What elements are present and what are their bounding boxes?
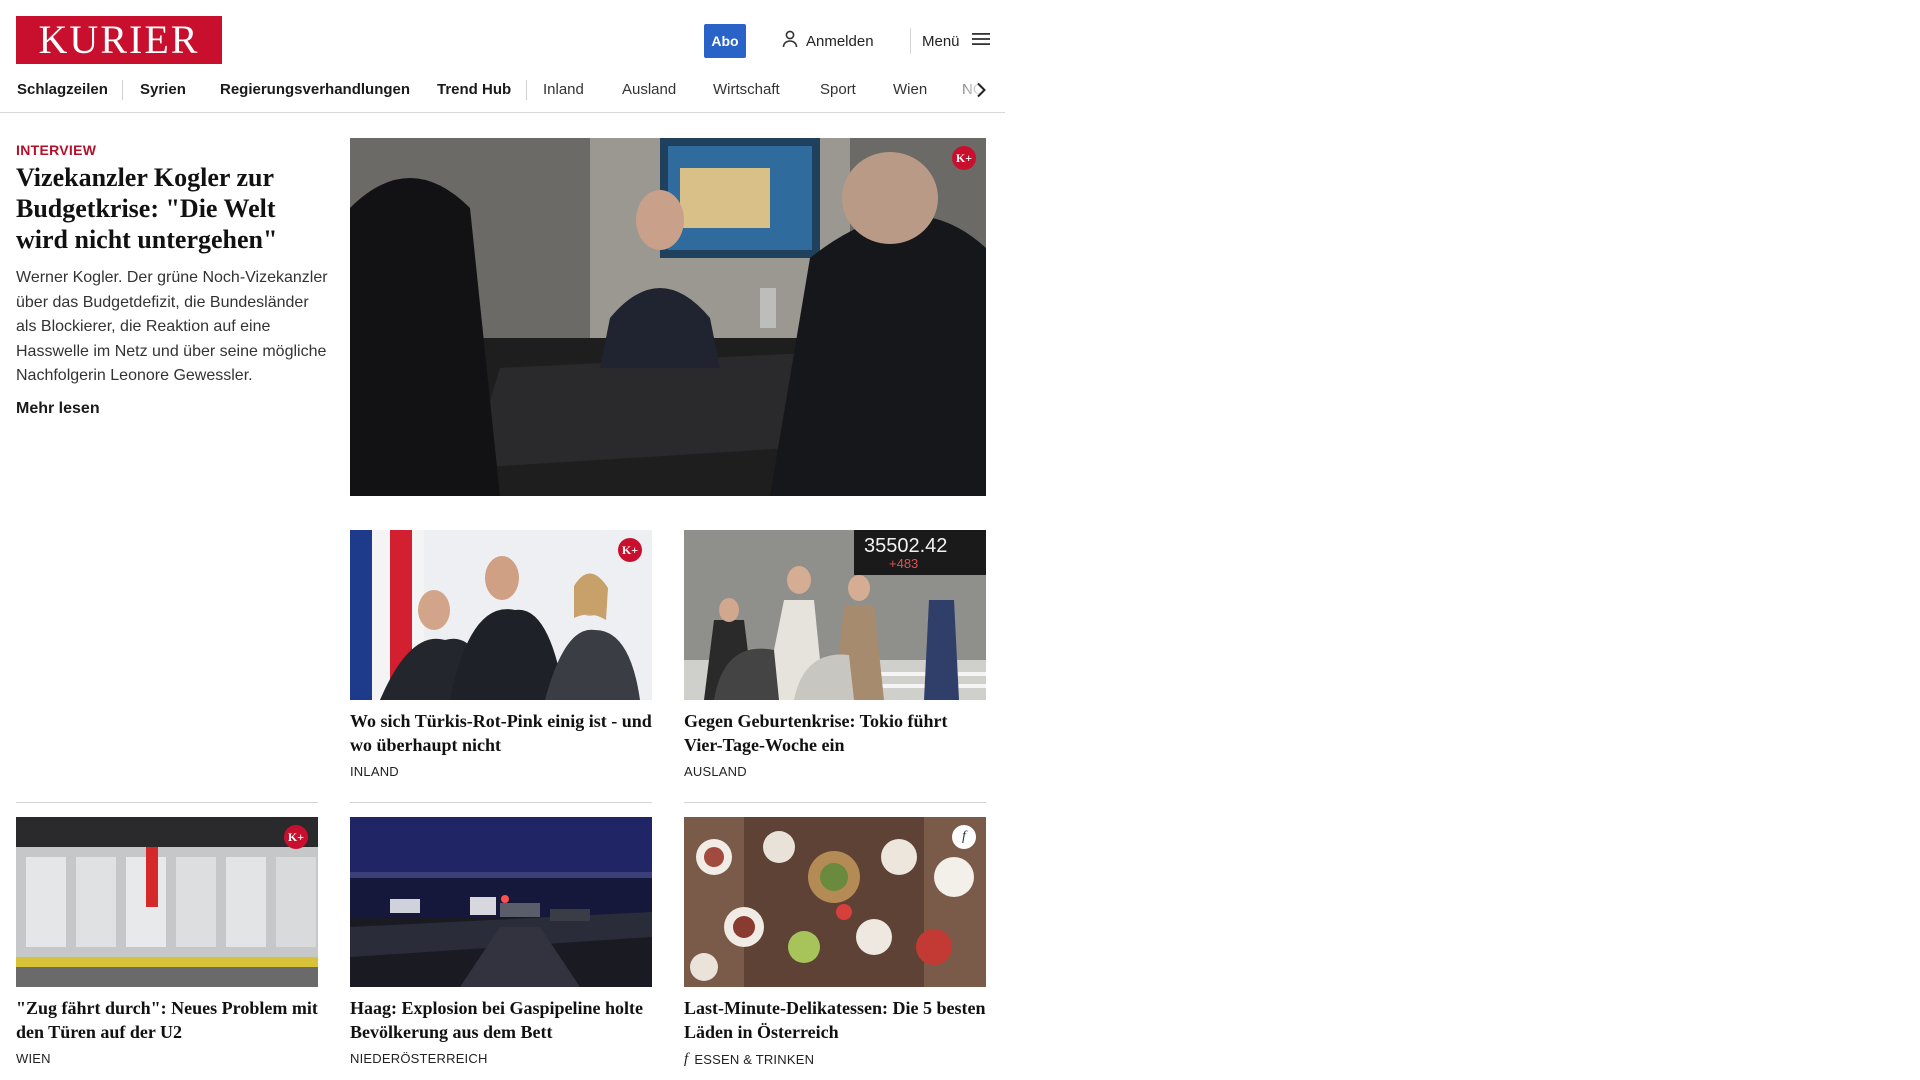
lead-teaser: Werner Kogler. Der grüne Noch-Vizekanzle… <box>16 269 328 384</box>
nav-divider <box>526 80 527 100</box>
abo-button[interactable]: Abo <box>704 24 746 58</box>
read-more-link[interactable]: Mehr lesen <box>16 400 100 418</box>
nav-divider <box>122 80 123 100</box>
article-card[interactable]: Haag: Explosion bei Gaspipeline holte Be… <box>350 817 652 1066</box>
article-card[interactable]: f Last-Minute-Delikatessen: Die 5 besten… <box>684 817 986 1068</box>
article-headline[interactable]: Haag: Explosion bei Gaspipeline holte Be… <box>350 996 652 1044</box>
article-headline[interactable]: Gegen Geburtenkrise: Tokio führt Vier-Ta… <box>684 709 986 757</box>
article-category: f ESSEN & TRINKEN <box>684 1051 986 1068</box>
article-headline[interactable]: Wo sich Türkis-Rot-Pink einig ist - und … <box>350 709 652 757</box>
article-category: INLAND <box>350 764 652 779</box>
section-nav: Schlagzeilen Syrien Regierungsverhandlun… <box>0 72 1005 113</box>
tokyo-street-photo: 35502.42 +483 <box>684 530 986 700</box>
menu-button[interactable]: Menü <box>922 24 990 58</box>
festive-table-photo <box>684 817 986 987</box>
article-headline[interactable]: "Zug fährt durch": Neues Problem mit den… <box>16 996 318 1044</box>
article-card[interactable]: K+ "Zug fährt durch": Neues Problem mit … <box>16 817 318 1066</box>
svg-text:+483: +483 <box>889 556 918 571</box>
nav-item-regierungsverhandlungen[interactable]: Regierungsverhandlungen <box>220 72 410 106</box>
kurier-homepage: KURIER Abo Anmelden Menü Schlagzeilen Sy… <box>0 0 1920 1080</box>
login-label: Anmelden <box>806 32 874 50</box>
divider <box>350 802 652 803</box>
kurier-plus-badge: K+ <box>618 538 642 562</box>
article-image: f <box>684 817 986 987</box>
article-headline[interactable]: Last-Minute-Delikatessen: Die 5 besten L… <box>684 996 986 1044</box>
nav-item-wirtschaft[interactable]: Wirtschaft <box>713 72 780 106</box>
kurier-plus-badge: K+ <box>284 825 308 849</box>
article-category: AUSLAND <box>684 764 986 779</box>
article-card[interactable]: 35502.42 +483 Gegen Geburtenkrise: Tokio… <box>684 530 986 779</box>
nav-item-schlagzeilen[interactable]: Schlagzeilen <box>17 72 108 106</box>
nav-scroll-right-button[interactable] <box>968 76 994 104</box>
article-category-label: ESSEN & TRINKEN <box>694 1052 815 1067</box>
article-category-label: WIEN <box>16 1051 51 1066</box>
menu-label: Menü <box>922 32 960 50</box>
article-category-label: INLAND <box>350 764 399 779</box>
subway-platform-photo <box>16 817 318 987</box>
lead-image[interactable]: K+ <box>350 138 986 496</box>
article-image: 35502.42 +483 <box>684 530 986 700</box>
lead-headline[interactable]: Vizekanzler Kogler zur Budgetkrise: "Die… <box>16 162 316 255</box>
kurier-plus-badge: K+ <box>952 146 976 170</box>
divider <box>16 802 318 803</box>
divider <box>684 802 986 803</box>
svg-text:35502.42: 35502.42 <box>864 535 947 557</box>
nav-item-inland[interactable]: Inland <box>543 72 584 106</box>
user-icon <box>782 30 798 52</box>
article-image: K+ <box>16 817 318 987</box>
nav-item-syrien[interactable]: Syrien <box>140 72 186 106</box>
article-image <box>350 817 652 987</box>
interview-photo <box>350 138 986 496</box>
nav-item-trend-hub[interactable]: Trend Hub <box>437 72 511 106</box>
article-category-label: AUSLAND <box>684 764 747 779</box>
article-card[interactable]: K+ Wo sich Türkis-Rot-Pink einig ist - u… <box>350 530 652 779</box>
article-category-label: NIEDERÖSTERREICH <box>350 1051 488 1066</box>
nav-item-ausland[interactable]: Ausland <box>622 72 676 106</box>
food-badge-icon: f <box>952 825 976 849</box>
hamburger-icon <box>971 32 990 50</box>
night-emergency-photo <box>350 817 652 987</box>
kurier-logo[interactable]: KURIER <box>16 16 222 64</box>
login-button[interactable]: Anmelden <box>782 24 874 58</box>
article-category: NIEDERÖSTERREICH <box>350 1051 652 1066</box>
politicians-photo <box>350 530 652 700</box>
chevron-right-icon <box>977 82 986 98</box>
article-category: WIEN <box>16 1051 318 1066</box>
food-f-icon: f <box>684 1051 689 1067</box>
nav-item-sport[interactable]: Sport <box>820 72 856 106</box>
article-image: K+ <box>350 530 652 700</box>
header-divider <box>910 28 911 54</box>
lead-kicker: INTERVIEW <box>16 142 97 158</box>
nav-item-wien[interactable]: Wien <box>893 72 927 106</box>
